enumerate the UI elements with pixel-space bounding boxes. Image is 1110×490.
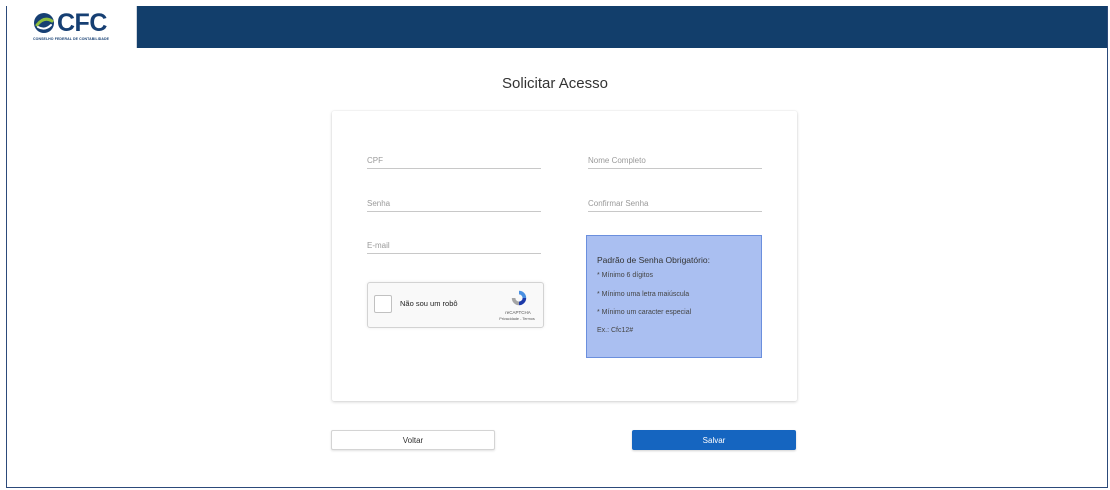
recaptcha-icon — [511, 290, 527, 306]
logo-subtitle: CONSELHO FEDERAL DE CONTABILIDADE — [33, 37, 110, 41]
senha-input[interactable] — [367, 190, 541, 211]
password-rule-2: * Mínimo uma letra maiúscula — [597, 291, 690, 298]
email-field[interactable] — [367, 232, 541, 254]
page-title: Solicitar Acesso — [502, 75, 608, 92]
recaptcha-checkbox[interactable] — [374, 295, 392, 313]
back-button[interactable]: Voltar — [331, 430, 495, 450]
confirmar-senha-field[interactable] — [588, 190, 762, 212]
password-rule-1: * Mínimo 6 dígitos — [597, 272, 654, 279]
nome-completo-input[interactable] — [588, 147, 762, 168]
top-bar: CFC CONSELHO FEDERAL DE CONTABILIDADE — [7, 6, 1107, 48]
logo-text: CFC — [57, 9, 107, 37]
password-example: Ex.: Cfc12# — [597, 327, 634, 334]
password-rules-box: Padrão de Senha Obrigatório: * Mínimo 6 … — [586, 235, 762, 358]
recaptcha-widget: Não sou um robô reCAPTCHA Privacidade - … — [367, 282, 544, 328]
cpf-input[interactable] — [367, 147, 541, 168]
password-rules-title: Padrão de Senha Obrigatório: — [597, 255, 710, 265]
recaptcha-links[interactable]: Privacidade - Termos — [490, 317, 544, 321]
cfc-logo[interactable]: CFC CONSELHO FEDERAL DE CONTABILIDADE — [7, 6, 137, 48]
email-input[interactable] — [367, 232, 541, 253]
save-button[interactable]: Salvar — [632, 430, 796, 450]
recaptcha-label: Não sou um robô — [400, 299, 458, 308]
nome-completo-field[interactable] — [588, 147, 762, 169]
cfc-logo-icon — [34, 13, 54, 33]
cpf-field[interactable] — [367, 147, 541, 169]
password-rule-3: * Mínimo um caracter especial — [597, 309, 692, 316]
access-form-card: Não sou um robô reCAPTCHA Privacidade - … — [332, 111, 797, 401]
recaptcha-brand: reCAPTCHA — [505, 310, 531, 315]
senha-field[interactable] — [367, 190, 541, 212]
confirmar-senha-input[interactable] — [588, 190, 762, 211]
